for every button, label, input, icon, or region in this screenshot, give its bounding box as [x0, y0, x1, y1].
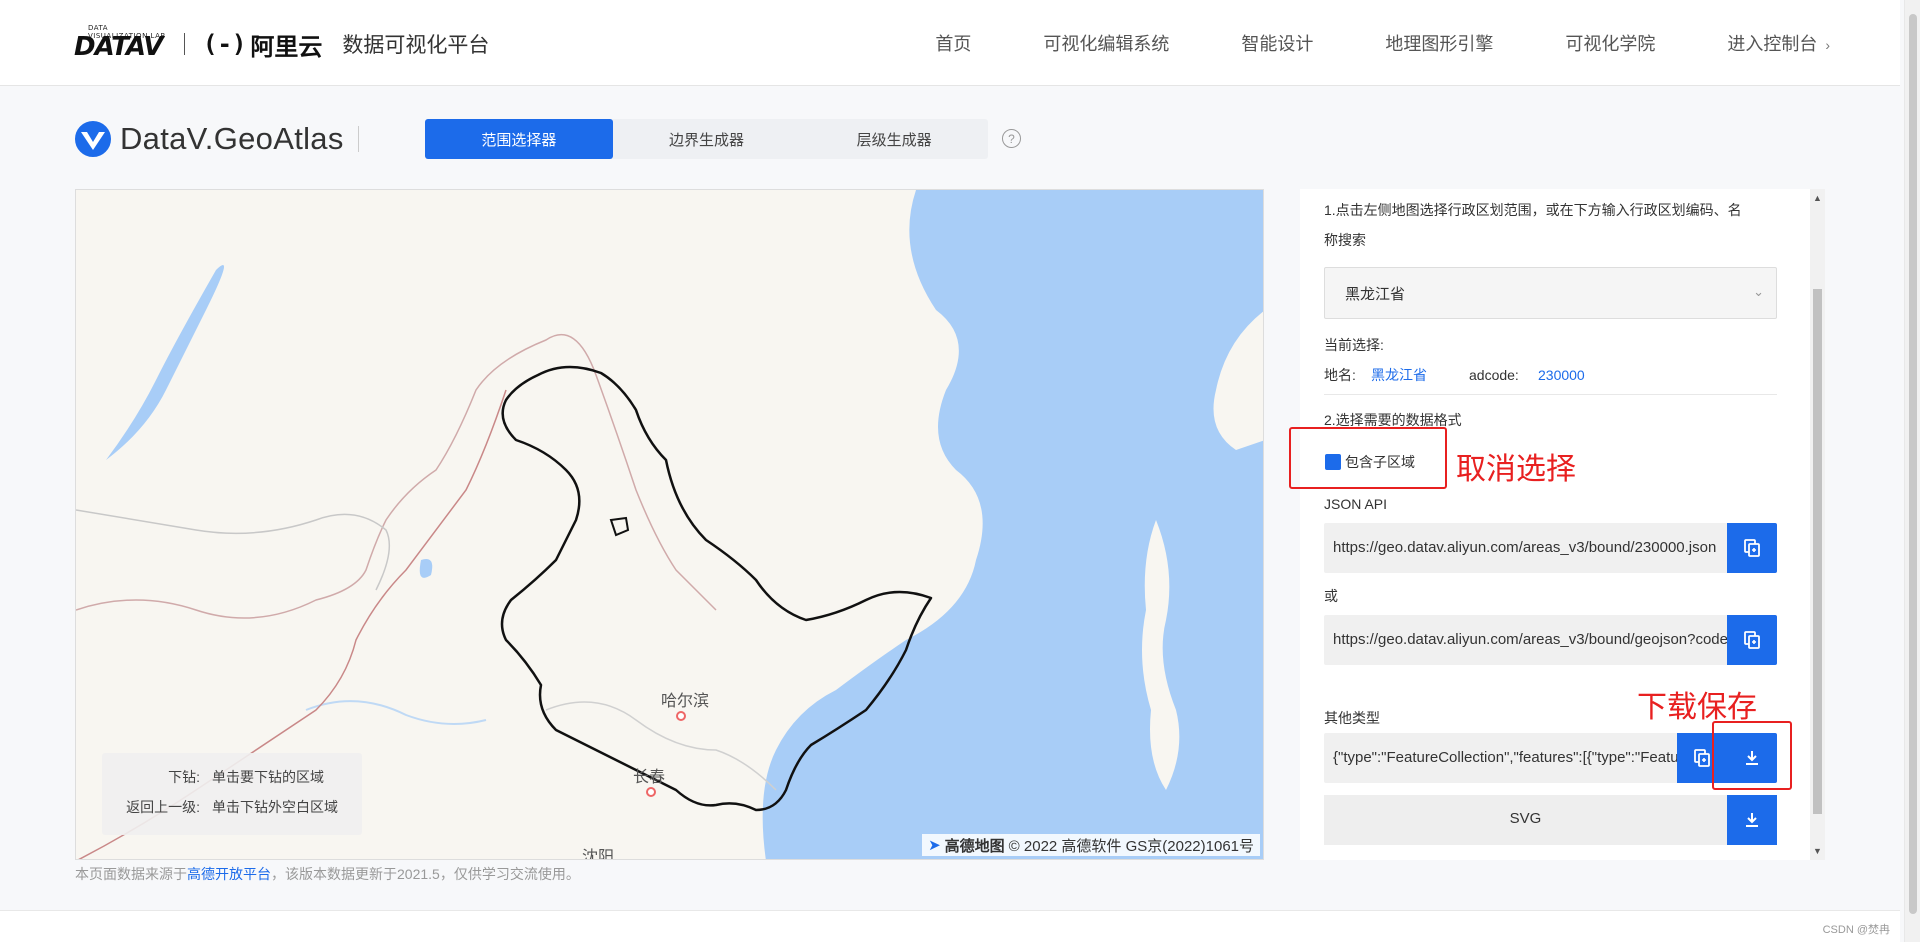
tab-boundary-generator[interactable]: 边界生成器 [613, 119, 801, 159]
copy-button-2[interactable] [1727, 615, 1777, 665]
legend-value: 单击下钻外空白区域 [212, 799, 338, 815]
copy-icon [1744, 631, 1760, 649]
annotation-box-checkbox [1289, 427, 1447, 489]
api-url-field-2[interactable]: https://geo.datav.aliyun.com/areas_v3/bo… [1324, 615, 1777, 665]
copy-icon [1744, 539, 1760, 557]
platform-title: 数据可视化平台 [342, 34, 490, 57]
datav-logo-text: DATAV [74, 32, 163, 62]
top-navbar: DATA VISUALIZATION LAB DATAV (-) 阿里云 数据可… [0, 0, 1900, 86]
city-changchun-marker[interactable] [646, 787, 656, 797]
brand[interactable]: DATA VISUALIZATION LAB DATAV (-) 阿里云 数据可… [74, 24, 489, 64]
place-name-label: 地名: [1324, 367, 1356, 383]
geoatlas-title: DataV.GeoAtlas [120, 121, 344, 156]
svg-download-row[interactable]: SVG [1324, 795, 1777, 845]
or-label: 或 [1324, 588, 1338, 604]
nav-smart-design[interactable]: 智能设计 [1241, 30, 1313, 56]
tool-tabs: 范围选择器 边界生成器 层级生成器 [425, 119, 988, 159]
page-scrollbar-thumb[interactable] [1909, 14, 1917, 914]
scroll-up-icon[interactable]: ▲ [1813, 193, 1822, 203]
step1-line2: 称搜索 [1324, 232, 1366, 248]
panel-scrollbar[interactable]: ▲ ▼ [1810, 189, 1825, 860]
copy-icon [1694, 749, 1710, 767]
csdn-watermark: CSDN @焚冉 [1822, 924, 1890, 936]
geoatlas-logo-icon [75, 121, 111, 157]
aliyun-logo[interactable]: (-) 阿里云 [203, 27, 322, 62]
city-changchun-label[interactable]: 长春 [633, 763, 665, 787]
geojson-field[interactable]: {"type":"FeatureCollection","features":[… [1324, 733, 1777, 783]
adcode-label: adcode: [1469, 367, 1519, 383]
help-icon[interactable]: ? [1002, 129, 1021, 148]
nav-editor[interactable]: 可视化编辑系统 [1043, 30, 1169, 56]
nav-console[interactable]: 进入控制台 › [1727, 30, 1830, 56]
amap-open-platform-link[interactable]: 高德开放平台 [187, 866, 271, 882]
chevron-right-icon: › [1825, 37, 1830, 53]
region-select[interactable]: 黑龙江省 ⌄ [1324, 267, 1777, 319]
amap-arrow-icon: ➤ [928, 837, 941, 854]
geoatlas-header: DataV.GeoAtlas [74, 117, 359, 161]
svg-label: SVG [1509, 810, 1542, 827]
sea-area [762, 190, 1263, 859]
small-enclave [609, 516, 630, 537]
legend-value: 单击要下钻的区域 [212, 769, 324, 785]
api-url-field-1[interactable]: https://geo.datav.aliyun.com/areas_v3/bo… [1324, 523, 1777, 573]
legend-key: 返回上一级: [126, 799, 200, 815]
footnote-suffix: ，该版本数据更新于2021.5，仅供学习交流使用。 [271, 866, 580, 882]
lake-small [419, 559, 433, 578]
step1-line1: 1.点击左侧地图选择行政区划范围，或在下方输入行政区划编码、名 [1324, 202, 1742, 218]
nav-geo-engine[interactable]: 地理图形引擎 [1385, 30, 1493, 56]
data-source-note: 本页面数据来源于高德开放平台，该版本数据更新于2021.5，仅供学习交流使用。 [75, 864, 580, 884]
page-scrollbar[interactable] [1904, 0, 1920, 942]
annotation-cancel-select: 取消选择 [1456, 453, 1576, 486]
other-types-label: 其他类型 [1324, 710, 1380, 726]
amap-logo: ➤ 高德地图 [928, 835, 1005, 856]
nav-home[interactable]: 首页 [935, 30, 971, 56]
chevron-down-icon: ⌄ [1753, 284, 1764, 299]
panel-divider [1324, 394, 1777, 395]
json-api-label: JSON API [1324, 496, 1388, 512]
map-copyright: © 2022 高德软件 GS京(2022)1061号 [1008, 837, 1254, 855]
river [305, 700, 487, 725]
download-icon [1746, 813, 1758, 827]
annotation-box-download [1712, 721, 1792, 790]
map-credit: ➤ 高德地图 © 2022 高德软件 GS京(2022)1061号 [922, 834, 1260, 856]
map-canvas[interactable]: 哈尔滨 长春 沈阳 下钻: 单击要下钻的区域 返回上一级: 单击下钻外空白区域 … [75, 189, 1264, 860]
geojson-preview[interactable]: {"type":"FeatureCollection","features":[… [1333, 749, 1678, 766]
nav-academy[interactable]: 可视化学院 [1565, 30, 1655, 56]
brand-divider [184, 33, 185, 55]
download-svg-button[interactable] [1727, 795, 1777, 845]
lake-baikal [106, 265, 224, 460]
city-harbin-marker[interactable] [676, 711, 686, 721]
current-selection-label: 当前选择: [1324, 337, 1384, 353]
aliyun-logo-text: 阿里云 [250, 33, 323, 61]
amap-brand: 高德地图 [944, 837, 1005, 855]
step1-instruction: 1.点击左侧地图选择行政区划范围，或在下方输入行政区划编码、名 称搜索 [1324, 195, 1742, 255]
adcode-value[interactable]: 230000 [1538, 360, 1585, 390]
api-url-2[interactable]: https://geo.datav.aliyun.com/areas_v3/bo… [1333, 631, 1728, 648]
nav-console-label: 进入控制台 [1727, 34, 1818, 54]
copy-button-1[interactable] [1727, 523, 1777, 573]
admin-border-grey [76, 509, 391, 591]
datav-logo[interactable]: DATA VISUALIZATION LAB DATAV [74, 24, 170, 64]
map-help-legend: 下钻: 单击要下钻的区域 返回上一级: 单击下钻外空白区域 [102, 753, 362, 835]
main-nav: 首页 可视化编辑系统 智能设计 地理图形引擎 可视化学院 进入控制台 › [863, 30, 1830, 56]
scroll-down-icon[interactable]: ▼ [1813, 846, 1822, 856]
annotation-download-save: 下载保存 [1637, 691, 1757, 724]
tab-level-generator[interactable]: 层级生成器 [800, 119, 988, 159]
tab-range-selector[interactable]: 范围选择器 [425, 119, 613, 159]
region-select-value: 黑龙江省 [1345, 285, 1406, 303]
city-shenyang-label[interactable]: 沈阳 [582, 843, 614, 859]
footnote-prefix: 本页面数据来源于 [75, 866, 187, 882]
legend-key: 下钻: [168, 769, 200, 785]
geoatlas-divider [357, 126, 359, 152]
page-bottom [0, 910, 1900, 942]
api-url-1[interactable]: https://geo.datav.aliyun.com/areas_v3/bo… [1333, 539, 1728, 556]
aliyun-logo-mark: (-) [203, 30, 247, 58]
city-harbin-label[interactable]: 哈尔滨 [661, 687, 709, 711]
panel-scrollbar-thumb[interactable] [1813, 289, 1822, 814]
place-name-value[interactable]: 黑龙江省 [1371, 360, 1427, 390]
